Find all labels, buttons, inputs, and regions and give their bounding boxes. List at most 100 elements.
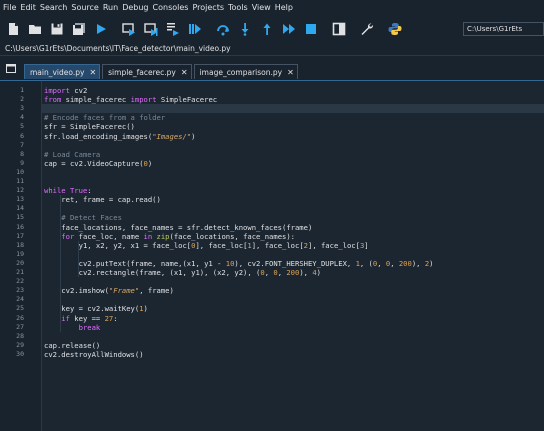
maximize-pane-icon[interactable] bbox=[332, 22, 346, 36]
code-token: cap = cv2.VideoCapture( bbox=[44, 158, 144, 168]
menu-tools[interactable]: Tools bbox=[228, 0, 248, 16]
code-editor[interactable]: 1 2 3 4 5 6 7 8 9 10 11 12 13 14 15 16 17 18 19 20 21 22 23 24 2… bbox=[0, 80, 544, 431]
code-token: 200 bbox=[398, 258, 412, 268]
code-token: : bbox=[113, 313, 118, 323]
line-number: 7 bbox=[20, 140, 24, 149]
code-token: ), bbox=[299, 268, 313, 277]
code-token: simple_facerec bbox=[61, 95, 131, 105]
code-token: import bbox=[130, 95, 157, 105]
code-token: ) bbox=[316, 268, 321, 277]
tab-image-comparison-py[interactable]: image_comparison.py ✕ bbox=[193, 64, 298, 79]
run-icon[interactable] bbox=[94, 22, 108, 36]
line-number: 30 bbox=[16, 349, 24, 358]
menu-search[interactable]: Search bbox=[40, 0, 67, 16]
code-token: zip bbox=[156, 231, 170, 241]
line-number: 26 bbox=[16, 313, 24, 322]
code-token: ] bbox=[364, 240, 369, 250]
menu-help[interactable]: Help bbox=[275, 0, 293, 16]
line-number: 13 bbox=[16, 195, 24, 204]
tab-main-video-py[interactable]: main_video.py ✕ bbox=[24, 64, 101, 79]
python-path-icon[interactable] bbox=[388, 22, 402, 36]
code-token: # Detect Faces bbox=[44, 213, 122, 223]
code-token: while bbox=[44, 186, 66, 196]
line-number: 22 bbox=[16, 277, 24, 286]
code-token: ), cv2.FONT_HERSHEY_DUPLEX, bbox=[234, 258, 356, 268]
menu-file[interactable]: File bbox=[3, 0, 16, 16]
debug-icon[interactable] bbox=[188, 22, 202, 36]
menu-bar: File Edit Search Source Run Debug Consoles Proj… bbox=[0, 0, 544, 16]
run-cell-advance-icon[interactable] bbox=[144, 22, 158, 36]
menu-consoles[interactable]: Consoles bbox=[153, 0, 189, 16]
close-icon[interactable]: ✕ bbox=[287, 68, 294, 77]
line-number: 28 bbox=[16, 331, 24, 340]
menu-projects[interactable]: Projects bbox=[192, 0, 224, 16]
close-icon[interactable]: ✕ bbox=[181, 68, 188, 77]
run-selection-icon[interactable] bbox=[166, 22, 180, 36]
code-token: "Images/" bbox=[152, 131, 192, 141]
code-token: import bbox=[44, 86, 70, 95]
line-number: 14 bbox=[16, 204, 24, 213]
code-token: face_loc, name bbox=[74, 231, 144, 241]
open-folder-icon[interactable] bbox=[28, 22, 42, 36]
line-number: 2 bbox=[20, 95, 24, 104]
line-number: 16 bbox=[16, 222, 24, 231]
working-directory-combo[interactable]: C:\Users\G1rEts bbox=[463, 22, 544, 36]
line-number: 6 bbox=[20, 131, 24, 140]
line-number: 25 bbox=[16, 304, 24, 313]
line-number: 5 bbox=[20, 122, 24, 131]
code-token: y1, x2, y2, x1 = face_loc[ bbox=[44, 240, 192, 250]
code-token: break bbox=[44, 322, 101, 332]
code-token: sfr = SimpleFacerec() bbox=[44, 122, 135, 132]
step-over-icon[interactable] bbox=[216, 22, 230, 36]
menu-edit[interactable]: Edit bbox=[20, 0, 36, 16]
code-token: cv2.destroyAllWindows() bbox=[44, 349, 144, 359]
save-icon[interactable] bbox=[50, 22, 64, 36]
stop-icon[interactable] bbox=[304, 22, 318, 36]
code-token: ], face_loc[ bbox=[308, 240, 360, 250]
line-number: 17 bbox=[16, 231, 24, 240]
preferences-icon[interactable] bbox=[360, 22, 374, 36]
line-number: 29 bbox=[16, 340, 24, 349]
line-number: 20 bbox=[16, 258, 24, 267]
code-token: ) bbox=[429, 258, 434, 268]
close-icon[interactable]: ✕ bbox=[89, 68, 96, 77]
file-path-bar: C:\Users\G1rEts\Documents\IT\Face_detect… bbox=[0, 42, 544, 56]
line-number: 18 bbox=[16, 240, 24, 249]
code-token: (face_locations, face_names): bbox=[169, 231, 296, 241]
code-token: ) bbox=[147, 158, 153, 168]
code-token: in bbox=[143, 231, 153, 241]
continue-icon[interactable] bbox=[282, 22, 296, 36]
run-cell-icon[interactable] bbox=[122, 22, 136, 36]
menu-source[interactable]: Source bbox=[71, 0, 98, 16]
code-token: ret, frame = cap.read() bbox=[44, 195, 161, 205]
code-token: ], face_loc[ bbox=[251, 240, 304, 250]
code-token: key = cv2.waitKey( bbox=[44, 304, 140, 314]
line-number: 4 bbox=[20, 113, 24, 122]
code-token: , bbox=[390, 258, 399, 268]
tab-simple-facerec-py[interactable]: simple_facerec.py ✕ bbox=[102, 64, 192, 79]
new-file-icon[interactable] bbox=[6, 22, 20, 36]
editor-tabs: main_video.py ✕ simple_facerec.py ✕ image_co… bbox=[24, 64, 300, 80]
line-number: 19 bbox=[16, 249, 24, 258]
code-token: cv2.rectangle(frame, (x1, y1), (x2, y2),… bbox=[44, 268, 261, 277]
code-area[interactable]: import cv2 from simple_facerec import Sim… bbox=[42, 81, 544, 431]
code-token: ), bbox=[411, 258, 425, 268]
step-into-icon[interactable] bbox=[238, 22, 252, 36]
menu-debug[interactable]: Debug bbox=[122, 0, 148, 16]
step-return-icon[interactable] bbox=[260, 22, 274, 36]
line-number: 24 bbox=[16, 295, 24, 304]
code-token: face_locations, face_names = sfr.detect_… bbox=[44, 222, 313, 232]
code-token: if bbox=[44, 313, 70, 323]
save-all-icon[interactable] bbox=[72, 22, 86, 36]
code-token: cv2.imshow( bbox=[44, 286, 109, 296]
code-token: # Load Camera bbox=[44, 149, 101, 159]
line-number: 21 bbox=[16, 268, 24, 276]
code-token: , ( bbox=[359, 258, 373, 268]
browse-tabs-icon[interactable] bbox=[4, 62, 17, 74]
line-number: 15 bbox=[16, 213, 24, 222]
line-number: 1 bbox=[20, 86, 24, 94]
menu-view[interactable]: View bbox=[252, 0, 271, 16]
code-token: ) bbox=[191, 131, 196, 141]
menu-run[interactable]: Run bbox=[103, 0, 118, 16]
line-number: 27 bbox=[16, 322, 24, 331]
